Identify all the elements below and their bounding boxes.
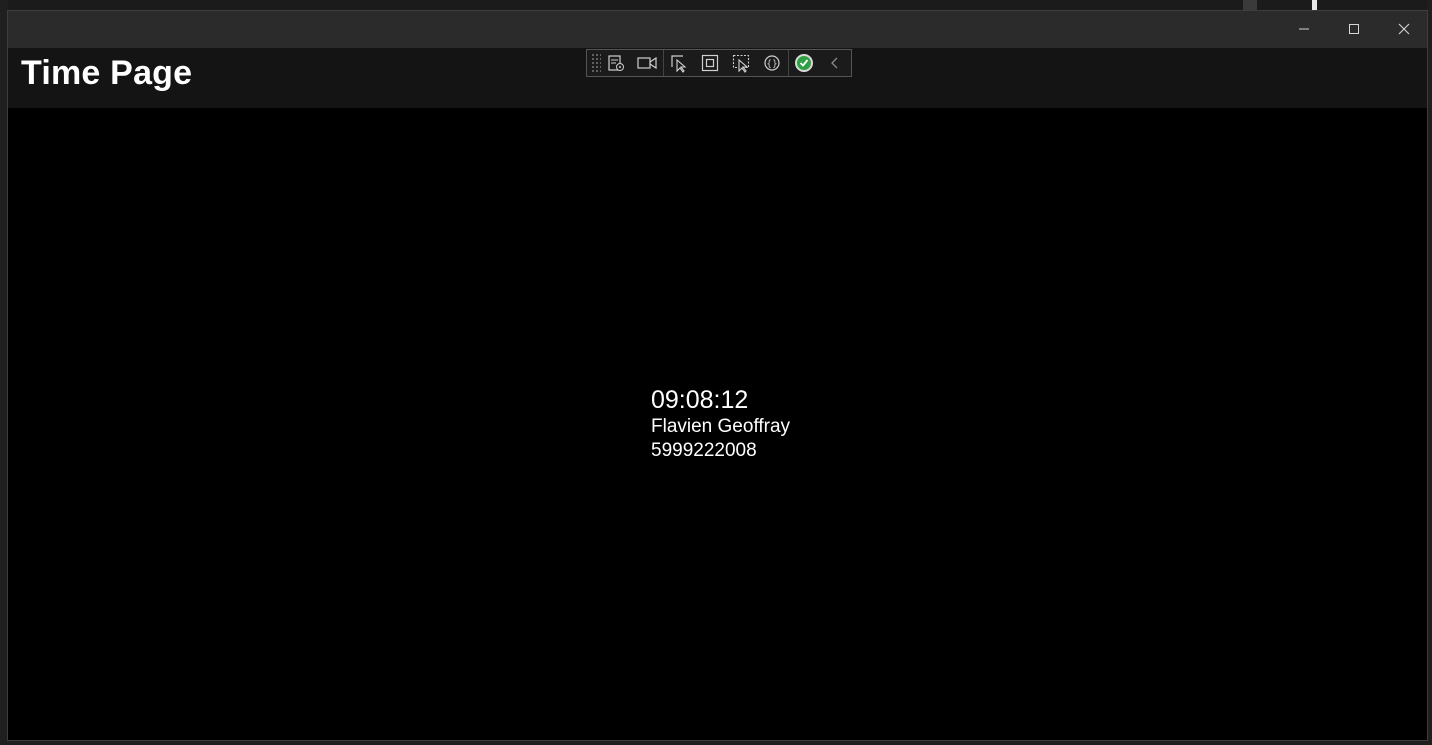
page-content: 09:08:12 Flavien Geoffray 5999222008 [8, 108, 1427, 740]
info-panel: 09:08:12 Flavien Geoffray 5999222008 [651, 385, 790, 463]
toolbar-grip[interactable] [591, 53, 601, 73]
hot-reload-button[interactable]: {} [757, 50, 788, 76]
status-ok-icon [795, 54, 814, 72]
video-record-button[interactable] [632, 50, 663, 76]
live-visual-tree-button[interactable] [601, 50, 632, 76]
display-layout-adorners-icon [702, 54, 719, 72]
track-focused-element-icon [733, 54, 750, 73]
minimize-icon [1299, 28, 1309, 30]
collapse-chevron-icon [831, 57, 838, 69]
select-element-icon [671, 55, 687, 73]
hot-reload-icon: {} [764, 55, 781, 71]
track-focused-element-button[interactable] [726, 50, 757, 76]
xaml-debug-toolbar: {} [586, 49, 852, 77]
close-button[interactable] [1381, 11, 1427, 47]
status-button[interactable] [789, 50, 820, 76]
maximize-icon [1349, 24, 1359, 34]
svg-text:{}: {} [767, 60, 778, 70]
close-icon [1398, 23, 1410, 35]
background-scroll-thumb [1312, 0, 1317, 10]
video-record-icon [637, 56, 657, 70]
select-element-button[interactable] [664, 50, 695, 76]
phone-number: 5999222008 [651, 440, 757, 461]
background-scrollbar [1243, 0, 1257, 10]
app-window: Time Page {} 09:08:12 Flavien Geoffray 5… [7, 10, 1428, 741]
page-title: Time Page [21, 54, 193, 92]
live-visual-tree-icon [608, 55, 625, 71]
time-display: 09:08:12 [651, 386, 749, 414]
person-name: Flavien Geoffray [651, 416, 791, 437]
background-app-strip [0, 0, 1432, 10]
minimize-button[interactable] [1281, 11, 1327, 47]
maximize-button[interactable] [1331, 11, 1377, 47]
display-layout-adorners-button[interactable] [695, 50, 726, 76]
title-bar[interactable] [8, 11, 1427, 48]
collapse-toolbar-button[interactable] [820, 50, 851, 76]
